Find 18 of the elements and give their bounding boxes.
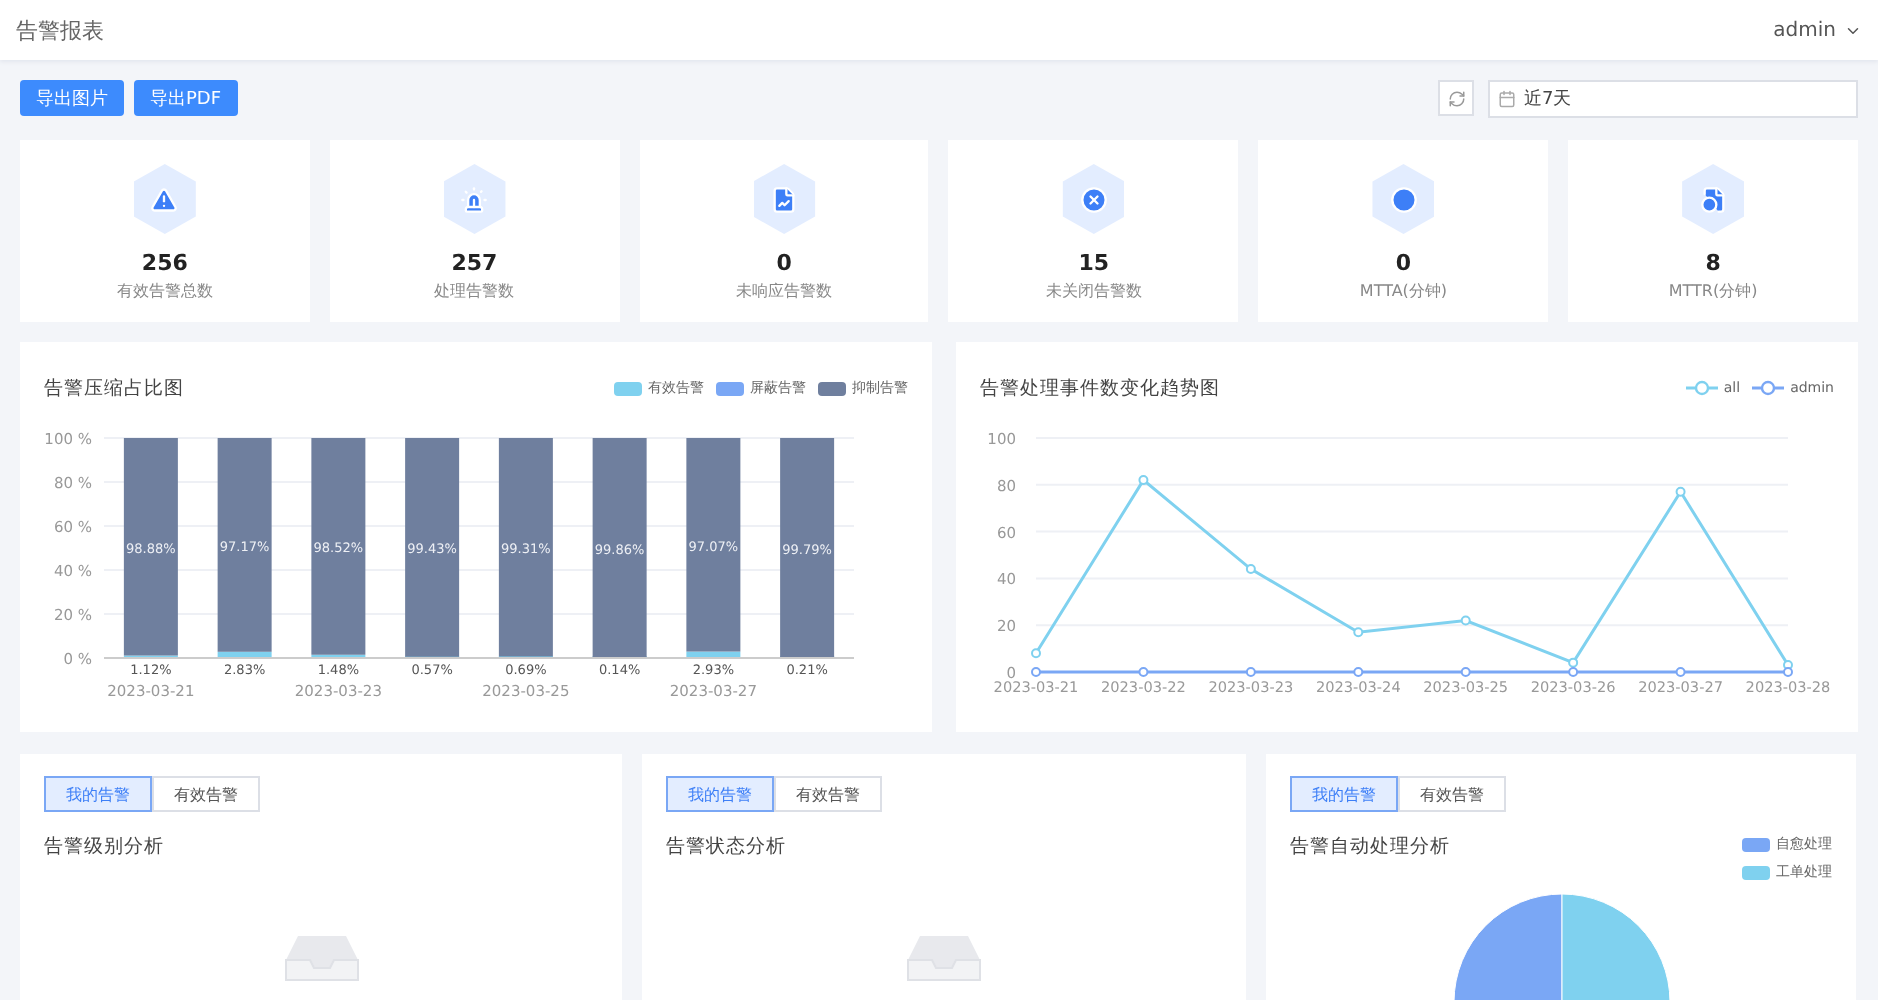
stat-value: 0 bbox=[1395, 250, 1412, 276]
chart-title: 告警处理事件数变化趋势图 bbox=[980, 375, 1220, 401]
stat-label: 有效告警总数 bbox=[116, 280, 213, 302]
panel-title: 告警级别分析 bbox=[44, 834, 164, 860]
stat-label: 未响应告警数 bbox=[736, 280, 833, 302]
stat-value: 8 bbox=[1705, 250, 1721, 276]
stat-value: 256 bbox=[141, 250, 188, 276]
stat-label: 未关闭告警数 bbox=[1045, 280, 1142, 302]
stat-value: 257 bbox=[451, 250, 498, 276]
stat-value: 0 bbox=[776, 250, 792, 276]
page-title: 告警报表 bbox=[16, 15, 104, 45]
stat-label: MTTR(分钟) bbox=[1668, 280, 1758, 302]
stat-value: 15 bbox=[1078, 250, 1110, 276]
stat-label: MTTA(分钟) bbox=[1359, 280, 1448, 302]
panel-title: 告警自动处理分析 bbox=[1290, 834, 1450, 862]
chart-title: 告警压缩占比图 bbox=[44, 375, 184, 401]
panel-title: 告警状态分析 bbox=[666, 834, 786, 860]
stat-label: 处理告警数 bbox=[434, 280, 515, 302]
